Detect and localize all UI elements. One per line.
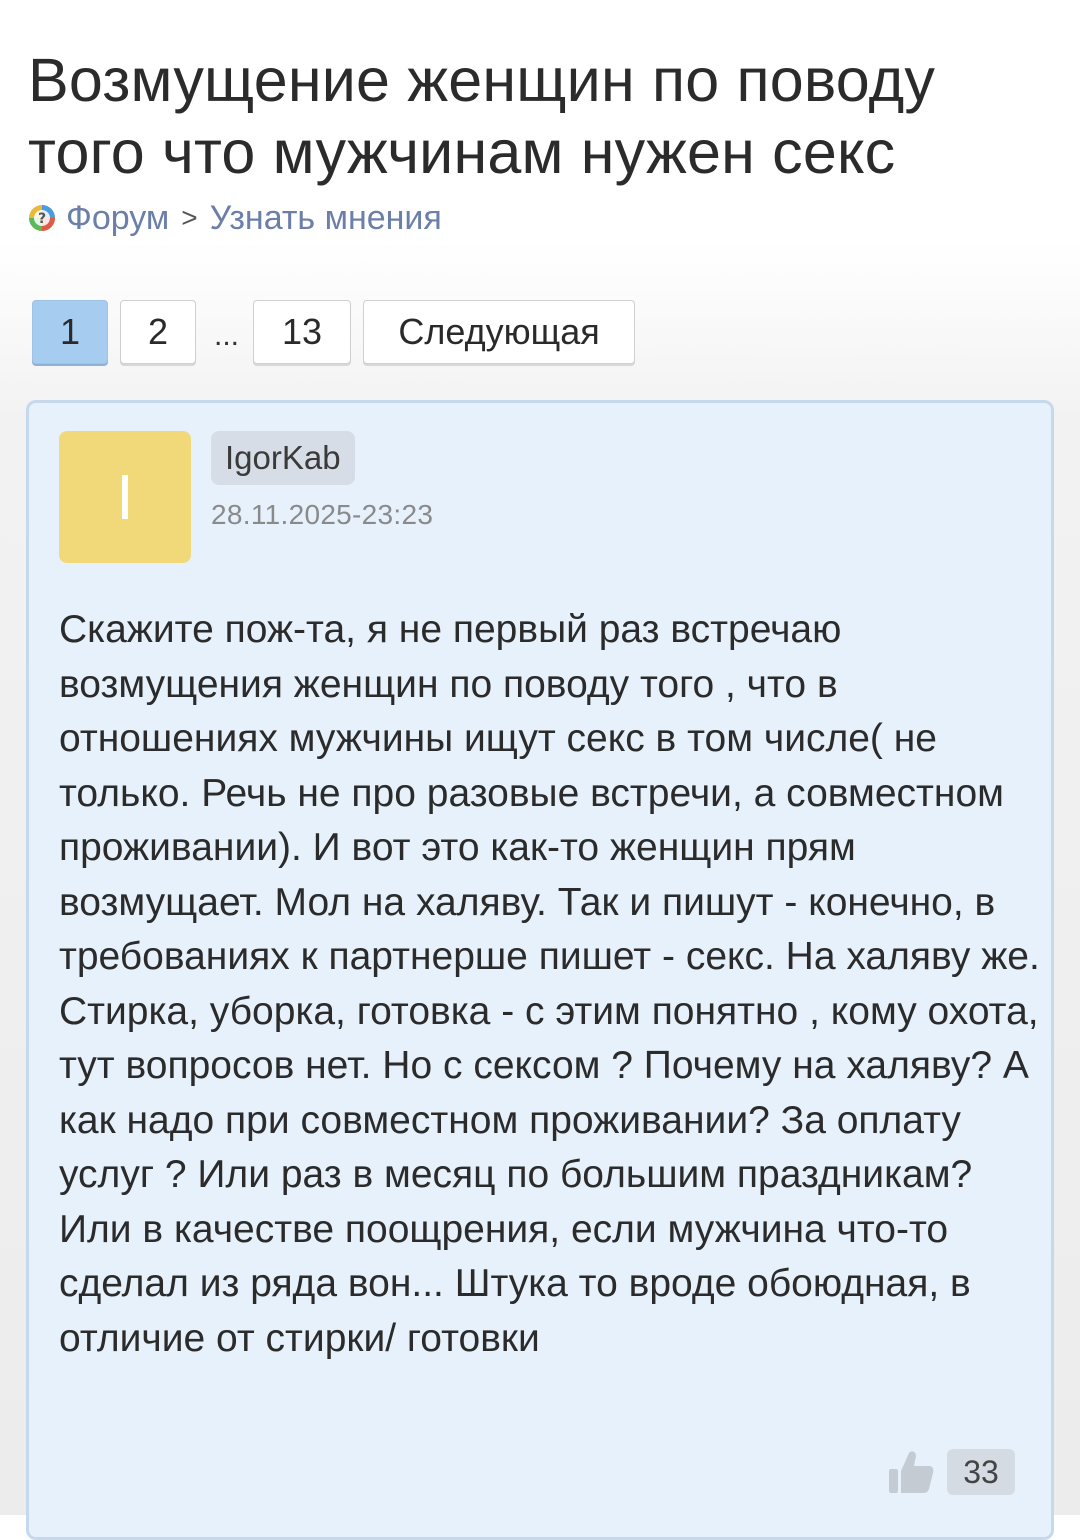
post-card: I IgorKab 28.11.2025-23:23 Скажите пож-т… bbox=[26, 400, 1054, 1540]
breadcrumb-opinions-link[interactable]: Узнать мнения bbox=[210, 199, 442, 238]
avatar[interactable]: I bbox=[59, 431, 191, 563]
post-date: 28.11.2025-23:23 bbox=[211, 499, 434, 530]
page-title: Возмущение женщин по поводу того что муж… bbox=[28, 46, 936, 186]
breadcrumb-forum-link[interactable]: Форум bbox=[66, 199, 169, 238]
author-name[interactable]: IgorKab bbox=[211, 431, 355, 485]
breadcrumb-separator: > bbox=[181, 202, 198, 233]
page-1-button[interactable]: 1 bbox=[32, 300, 108, 364]
page-2-button[interactable]: 2 bbox=[120, 300, 196, 364]
page-13-button[interactable]: 13 bbox=[253, 300, 352, 364]
like-count: 33 bbox=[947, 1449, 1015, 1495]
question-globe-icon: ? bbox=[29, 205, 55, 231]
likes: 33 bbox=[887, 1449, 1015, 1495]
next-page-button[interactable]: Следующая bbox=[363, 300, 636, 364]
svg-text:?: ? bbox=[38, 211, 46, 227]
post-text: Скажите пож-та, я не первый раз встречаю… bbox=[59, 608, 1040, 1360]
pagination-ellipsis: ... bbox=[214, 319, 240, 352]
pagination: 1 2 ... 13 Следующая bbox=[32, 300, 647, 364]
page: Возмущение женщин по поводу того что муж… bbox=[0, 0, 1080, 1540]
thumbs-up-icon[interactable] bbox=[887, 1449, 935, 1495]
breadcrumb: ? Форум > Узнать мнения bbox=[28, 196, 442, 240]
